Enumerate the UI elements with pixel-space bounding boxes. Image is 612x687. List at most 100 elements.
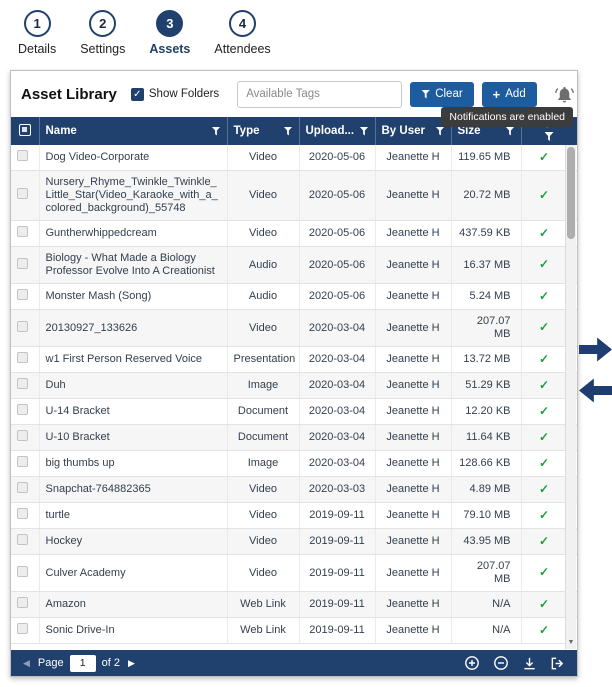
scrollbar-thumb[interactable] xyxy=(567,147,575,239)
row-checkbox[interactable] xyxy=(17,289,28,300)
row-checkbox[interactable] xyxy=(17,566,28,577)
asset-size: 79.10 MB xyxy=(451,503,521,529)
arrow-right-icon[interactable] xyxy=(579,337,612,362)
row-checkbox[interactable] xyxy=(17,508,28,519)
filter-icon[interactable] xyxy=(360,127,369,136)
row-checkbox[interactable] xyxy=(17,226,28,237)
asset-user: Jeanette H xyxy=(375,310,451,347)
stepper-step[interactable]: 1 Details xyxy=(18,10,56,56)
step-number[interactable]: 3 xyxy=(156,10,183,37)
page-number-input[interactable] xyxy=(70,655,96,672)
asset-type: Document xyxy=(227,399,299,425)
asset-upload-date: 2020-03-04 xyxy=(299,310,375,347)
step-label: Attendees xyxy=(214,42,270,56)
table-row[interactable]: Duh Image 2020-03-04 Jeanette H 51.29 KB… xyxy=(11,373,577,399)
asset-table-body: Dog Video-Corporate Video 2020-05-06 Jea… xyxy=(11,145,577,644)
row-checkbox[interactable] xyxy=(17,597,28,608)
row-checkbox[interactable] xyxy=(17,188,28,199)
row-checkbox[interactable] xyxy=(17,482,28,493)
stepper-step[interactable]: 4 Attendees xyxy=(214,10,270,56)
table-row[interactable]: Nursery_Rhyme_Twinkle_Twinkle_Little_Sta… xyxy=(11,171,577,221)
filter-icon[interactable] xyxy=(284,127,293,136)
approved-check-icon: ✓ xyxy=(539,508,549,522)
table-row[interactable]: Hockey Video 2019-09-11 Jeanette H 43.95… xyxy=(11,529,577,555)
table-row[interactable]: Monster Mash (Song) Audio 2020-05-06 Jea… xyxy=(11,284,577,310)
filter-icon[interactable] xyxy=(436,127,445,136)
asset-type: Video xyxy=(227,477,299,503)
table-row[interactable]: Guntherwhippedcream Video 2020-05-06 Jea… xyxy=(11,221,577,247)
row-checkbox[interactable] xyxy=(17,352,28,363)
stepper-step[interactable]: 3 Assets xyxy=(149,10,190,56)
filter-icon[interactable] xyxy=(212,127,221,136)
step-number[interactable]: 1 xyxy=(24,10,51,37)
asset-upload-date: 2020-03-04 xyxy=(299,373,375,399)
asset-size: 13.72 MB xyxy=(451,347,521,373)
table-scrollbar[interactable]: ▼ xyxy=(565,145,576,649)
row-checkbox[interactable] xyxy=(17,150,28,161)
scroll-down-icon[interactable]: ▼ xyxy=(566,636,576,649)
column-header-name[interactable]: Name xyxy=(39,117,227,145)
page-next-icon[interactable]: ▶ xyxy=(128,658,135,669)
step-label: Settings xyxy=(80,42,125,56)
bell-icon[interactable] xyxy=(555,85,574,104)
row-checkbox[interactable] xyxy=(17,623,28,634)
step-number[interactable]: 4 xyxy=(229,10,256,37)
column-header-type[interactable]: Type xyxy=(227,117,299,145)
asset-upload-date: 2019-09-11 xyxy=(299,592,375,618)
zoom-in-icon[interactable] xyxy=(464,655,480,671)
asset-user: Jeanette H xyxy=(375,477,451,503)
zoom-out-icon[interactable] xyxy=(493,655,509,671)
row-checkbox[interactable] xyxy=(17,430,28,441)
select-all-checkbox[interactable] xyxy=(11,117,39,145)
clear-button[interactable]: Clear xyxy=(410,82,473,107)
table-row[interactable]: Dog Video-Corporate Video 2020-05-06 Jea… xyxy=(11,145,577,171)
table-row[interactable]: Amazon Web Link 2019-09-11 Jeanette H N/… xyxy=(11,592,577,618)
table-row[interactable]: w1 First Person Reserved Voice Presentat… xyxy=(11,347,577,373)
column-header-upload[interactable]: Upload... xyxy=(299,117,375,145)
table-row[interactable]: 20130927_133626 Video 2020-03-04 Jeanett… xyxy=(11,310,577,347)
table-row[interactable]: Culver Academy Video 2019-09-11 Jeanette… xyxy=(11,555,577,592)
asset-user: Jeanette H xyxy=(375,555,451,592)
filter-icon[interactable] xyxy=(506,127,515,136)
table-row[interactable]: Biology - What Made a Biology Professor … xyxy=(11,247,577,284)
approved-check-icon: ✓ xyxy=(539,534,549,548)
export-icon[interactable] xyxy=(550,656,565,671)
asset-type: Image xyxy=(227,451,299,477)
row-checkbox-cell xyxy=(11,221,39,247)
row-checkbox-cell xyxy=(11,145,39,171)
header-checkbox-icon xyxy=(19,124,31,136)
show-folders-checkbox[interactable]: ✓ Show Folders xyxy=(131,88,219,101)
asset-type: Video xyxy=(227,171,299,221)
filter-icon[interactable] xyxy=(545,132,554,141)
table-row[interactable]: big thumbs up Image 2020-03-04 Jeanette … xyxy=(11,451,577,477)
asset-name: Duh xyxy=(39,373,227,399)
table-row[interactable]: Snapchat-764882365 Video 2020-03-03 Jean… xyxy=(11,477,577,503)
asset-name: Nursery_Rhyme_Twinkle_Twinkle_Little_Sta… xyxy=(39,171,227,221)
arrow-left-icon[interactable] xyxy=(579,378,612,403)
asset-name: Dog Video-Corporate xyxy=(39,145,227,171)
page-label: Page xyxy=(38,657,64,669)
row-checkbox[interactable] xyxy=(17,404,28,415)
row-checkbox[interactable] xyxy=(17,456,28,467)
asset-user: Jeanette H xyxy=(375,425,451,451)
row-checkbox-cell xyxy=(11,284,39,310)
row-checkbox-cell xyxy=(11,373,39,399)
add-button[interactable]: + Add xyxy=(482,82,537,107)
table-row[interactable]: U-10 Bracket Document 2020-03-04 Jeanett… xyxy=(11,425,577,451)
row-checkbox[interactable] xyxy=(17,321,28,332)
step-label: Details xyxy=(18,42,56,56)
available-tags-input[interactable] xyxy=(237,81,402,108)
step-number[interactable]: 2 xyxy=(89,10,116,37)
row-checkbox[interactable] xyxy=(17,258,28,269)
page-prev-icon[interactable]: ◀ xyxy=(23,658,30,669)
download-icon[interactable] xyxy=(522,656,537,671)
table-row[interactable]: Sonic Drive-In Web Link 2019-09-11 Jeane… xyxy=(11,618,577,644)
column-header-by-user[interactable]: By User xyxy=(375,117,451,145)
asset-size: N/A xyxy=(451,592,521,618)
row-checkbox[interactable] xyxy=(17,534,28,545)
table-row[interactable]: U-14 Bracket Document 2020-03-04 Jeanett… xyxy=(11,399,577,425)
stepper-step[interactable]: 2 Settings xyxy=(80,10,125,56)
row-checkbox[interactable] xyxy=(17,378,28,389)
asset-user: Jeanette H xyxy=(375,284,451,310)
table-row[interactable]: turtle Video 2019-09-11 Jeanette H 79.10… xyxy=(11,503,577,529)
